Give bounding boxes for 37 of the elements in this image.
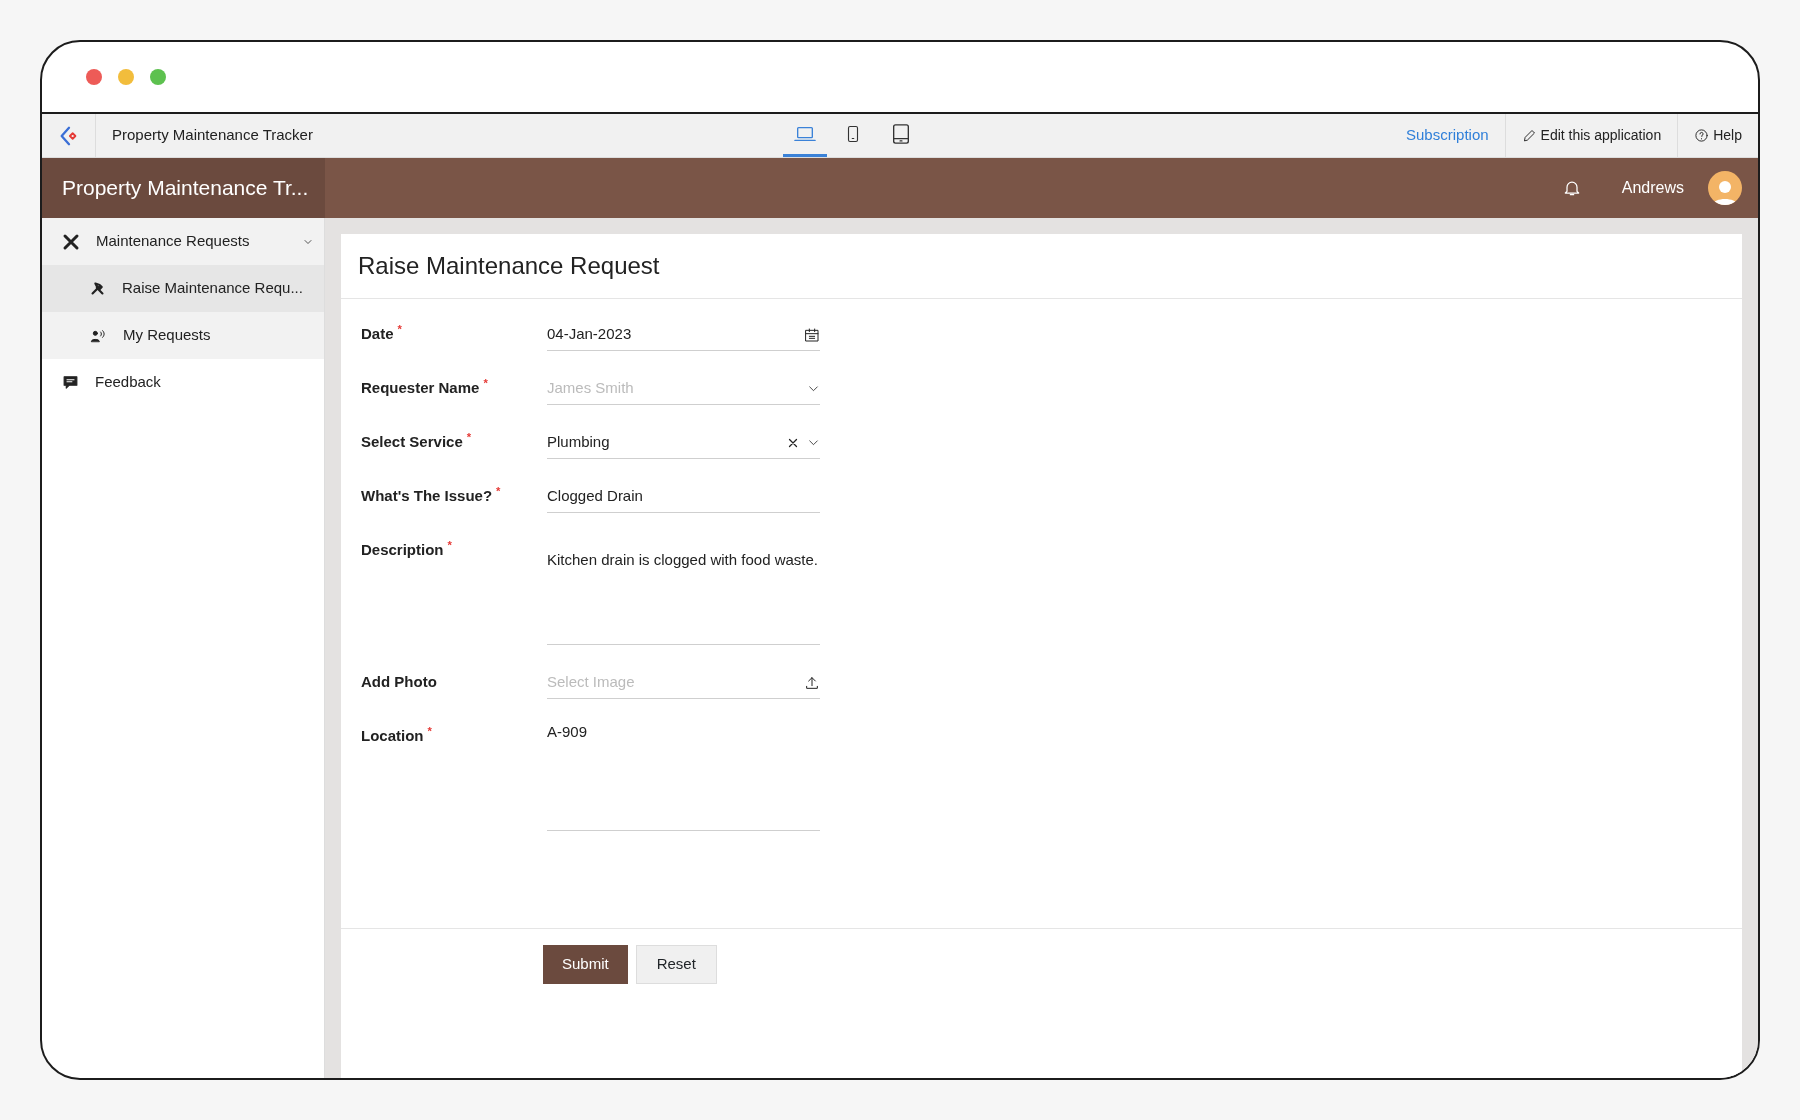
date-field[interactable]: 04-Jan-2023 xyxy=(547,319,820,351)
app-name: Property Maintenance Tr... xyxy=(62,175,309,202)
text-area[interactable]: A-909 xyxy=(547,721,820,831)
field-label: Add Photo xyxy=(361,672,438,692)
field-label: Select Service $^{*}$ xyxy=(361,430,473,452)
dropdown-field[interactable]: Plumbing xyxy=(547,427,820,459)
calendar-icon xyxy=(804,326,820,343)
upload-icon xyxy=(804,674,820,691)
minimize-window-dot[interactable] xyxy=(118,69,134,85)
sidebar-item[interactable]: Raise Maintenance Requ... xyxy=(42,265,324,312)
close-window-dot[interactable] xyxy=(86,69,102,85)
maximize-window-dot[interactable] xyxy=(150,69,166,85)
submit-button[interactable]: Submit xyxy=(543,945,628,984)
hammer-icon xyxy=(89,280,106,297)
clear-icon[interactable] xyxy=(787,436,799,449)
person-speaking-icon xyxy=(89,327,107,344)
subscription-link[interactable]: Subscription xyxy=(1390,114,1505,157)
sidebar-item[interactable]: Maintenance Requests xyxy=(42,218,324,265)
field-label: What's The Issue? $^{*}$ xyxy=(361,484,502,506)
text-area[interactable]: Kitchen drain is clogged with food waste. xyxy=(547,535,820,645)
comment-icon xyxy=(62,374,79,391)
field-label: Location $^{*}$ xyxy=(361,724,433,746)
field-label: Description $^{*}$ xyxy=(361,538,453,560)
avatar[interactable] xyxy=(1708,171,1742,205)
sidebar-item[interactable]: Feedback xyxy=(42,359,324,406)
help-button[interactable]: Help xyxy=(1677,114,1758,157)
help-icon xyxy=(1694,128,1710,143)
reset-button[interactable]: Reset xyxy=(635,945,717,984)
input-field[interactable]: Clogged Drain xyxy=(547,481,820,513)
field-label: Date $^{*}$ xyxy=(361,322,403,344)
user-name: Andrews xyxy=(1621,178,1684,198)
pencil-icon xyxy=(1521,128,1537,143)
app-title: Property Maintenance Tracker xyxy=(111,125,313,146)
edit-application-button[interactable]: Edit this application xyxy=(1504,114,1678,157)
field-label: Requester Name $^{*}$ xyxy=(361,376,489,398)
sidebar-item[interactable]: My Requests xyxy=(42,312,324,359)
form-title: Raise Maintenance Request xyxy=(341,234,1742,299)
